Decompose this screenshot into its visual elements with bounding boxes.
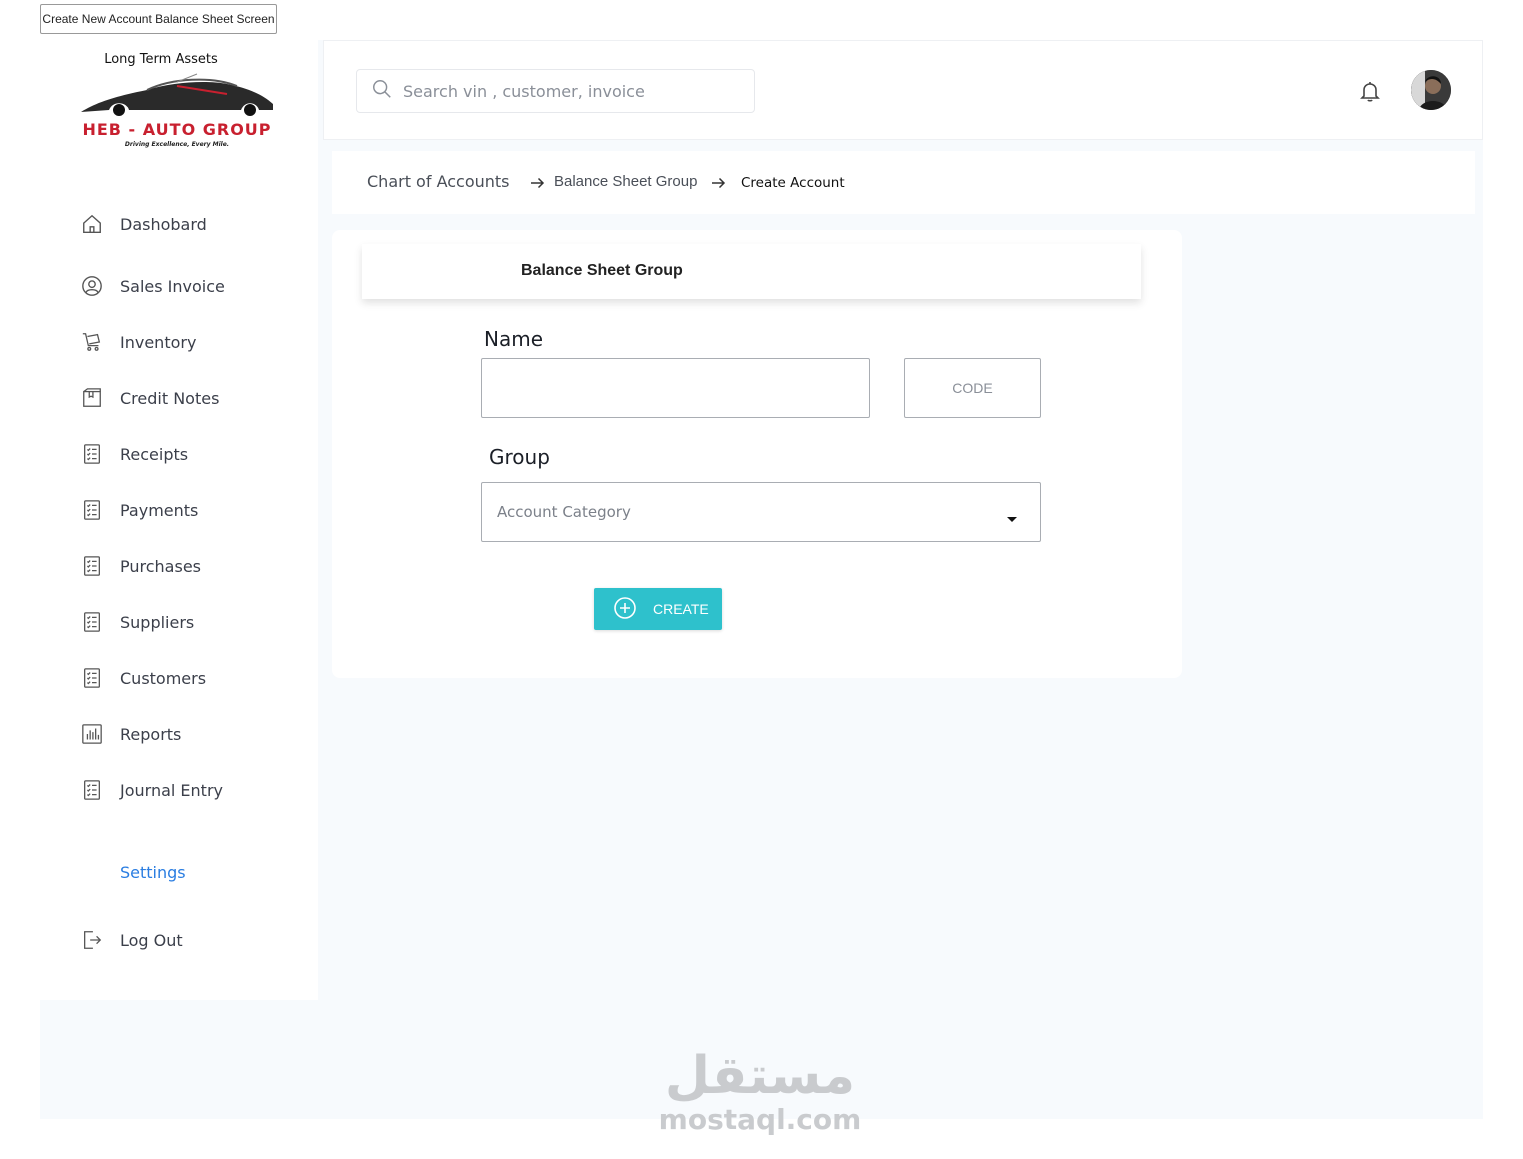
sidebar-item-settings[interactable]: Settings <box>80 857 300 887</box>
bar-chart-icon <box>80 722 104 746</box>
sidebar-item-label: Reports <box>120 724 182 744</box>
sidebar-item-inventory[interactable]: Inventory <box>80 327 300 357</box>
search-box[interactable] <box>356 69 755 113</box>
checklist-icon <box>80 610 104 634</box>
sidebar-item-journal-entry[interactable]: Journal Entry <box>80 775 300 805</box>
account-category-select[interactable]: Account Category <box>481 482 1041 542</box>
sidebar-item-reports[interactable]: Reports <box>80 719 300 749</box>
name-label: Name <box>484 327 544 351</box>
group-label: Group <box>489 445 550 469</box>
card-title: Balance Sheet Group <box>521 262 683 279</box>
sidebar-item-label: Settings <box>120 862 186 882</box>
checklist-icon <box>80 554 104 578</box>
bell-icon[interactable] <box>1358 79 1382 103</box>
arrow-right-icon <box>709 174 727 192</box>
home-icon <box>80 212 104 236</box>
sidebar-item-label: Inventory <box>120 332 197 352</box>
logout-icon <box>80 928 104 952</box>
sidebar-item-label: Sales Invoice <box>120 276 225 296</box>
search-input[interactable] <box>403 81 743 101</box>
checklist-icon <box>80 666 104 690</box>
sidebar-item-label: Receipts <box>120 444 189 464</box>
name-field[interactable] <box>481 358 870 418</box>
brand-subtitle: Long Term Assets <box>104 52 218 67</box>
checklist-icon <box>80 442 104 466</box>
frame-title: Create New Account Balance Sheet Screen <box>40 4 277 34</box>
caret-down-icon <box>1006 509 1018 522</box>
sidebar: Long Term Assets HEB - AUTO GROUP Drivin… <box>40 40 318 1000</box>
sidebar-item-label: Purchases <box>120 556 201 576</box>
breadcrumb-item-balance-sheet-group[interactable]: Balance Sheet Group <box>554 173 697 190</box>
watermark: مستقل mostaql.com <box>640 1045 880 1140</box>
select-value: Account Category <box>497 503 631 521</box>
sidebar-item-payments[interactable]: Payments <box>80 495 300 525</box>
card-header: Balance Sheet Group <box>362 244 1141 299</box>
sidebar-item-customers[interactable]: Customers <box>80 663 300 693</box>
breadcrumb-item-create-account: Create Account <box>741 175 845 191</box>
sidebar-item-purchases[interactable]: Purchases <box>80 551 300 581</box>
brand-tagline: Driving Excellence, Every Mile. <box>124 141 230 148</box>
top-bar <box>323 40 1483 140</box>
box-icon <box>80 386 104 410</box>
sidebar-item-label: Journal Entry <box>120 780 223 800</box>
breadcrumb-item-chart-of-accounts[interactable]: Chart of Accounts <box>367 172 510 191</box>
checklist-icon <box>80 498 104 522</box>
brand-logo[interactable]: HEB - AUTO GROUP Driving Excellence, Eve… <box>77 72 277 152</box>
app-window: Long Term Assets HEB - AUTO GROUP Drivin… <box>40 40 1483 1119</box>
search-icon <box>371 78 393 104</box>
plus-circle-icon <box>613 596 637 623</box>
sidebar-item-credit-notes[interactable]: Credit Notes <box>80 383 300 413</box>
sidebar-item-receipts[interactable]: Receipts <box>80 439 300 469</box>
user-circle-icon <box>80 274 104 298</box>
create-button-label: CREATE <box>653 601 709 617</box>
sidebar-item-label: Customers <box>120 668 207 688</box>
logout-button[interactable]: Log Out <box>80 925 300 955</box>
checklist-icon <box>80 778 104 802</box>
logout-label: Log Out <box>120 930 183 950</box>
cart-icon <box>80 330 104 354</box>
watermark-arabic: مستقل <box>664 1046 856 1106</box>
sidebar-item-label: Suppliers <box>120 612 195 632</box>
brand-name: HEB - AUTO GROUP <box>82 120 272 139</box>
sidebar-item-label: Dashobard <box>120 214 207 234</box>
sidebar-item-dashboard[interactable]: Dashobard <box>80 209 300 239</box>
create-account-card: Balance Sheet Group Name Group Account C… <box>332 230 1182 678</box>
create-button[interactable]: CREATE <box>594 588 722 630</box>
sidebar-item-label: Payments <box>120 500 199 520</box>
sidebar-item-sales-invoice[interactable]: Sales Invoice <box>80 271 300 301</box>
car-silhouette-icon <box>81 73 273 116</box>
breadcrumb: Chart of Accounts Balance Sheet Group Cr… <box>332 151 1475 214</box>
sidebar-item-label: Credit Notes <box>120 388 220 408</box>
code-field[interactable] <box>904 358 1041 418</box>
sidebar-item-suppliers[interactable]: Suppliers <box>80 607 300 637</box>
watermark-latin: mostaql.com <box>658 1103 862 1136</box>
arrow-right-icon <box>528 174 546 192</box>
avatar[interactable] <box>1411 70 1451 110</box>
